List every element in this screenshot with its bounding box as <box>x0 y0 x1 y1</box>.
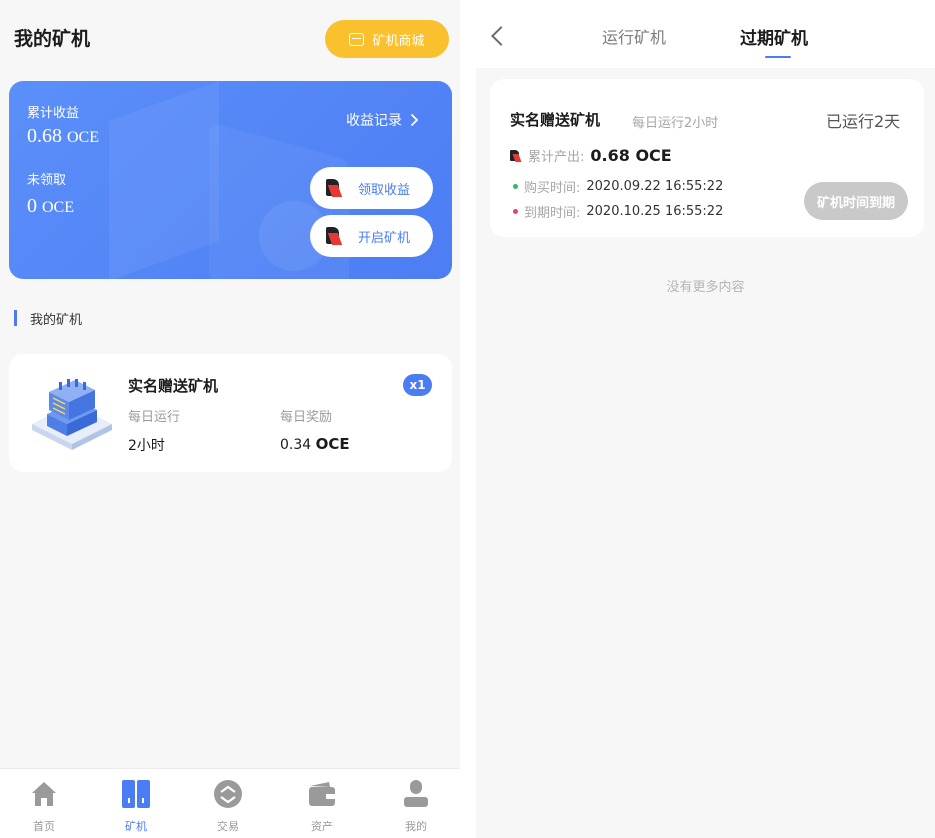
active-tab-indicator <box>765 56 791 58</box>
miner-list-page: 运行矿机 过期矿机 实名赠送矿机 每日运行2小时 已运行2天 累计产出: 0.6… <box>476 0 935 838</box>
tab-profile[interactable]: 我的 <box>386 779 446 834</box>
total-output: 累计产出: 0.68 OCE <box>510 146 672 165</box>
coin-logo-icon <box>510 149 522 162</box>
purchase-time: 购买时间: 2020.09.22 16:55:22 <box>513 177 723 196</box>
tab-expired-miners[interactable]: 过期矿机 <box>740 24 808 49</box>
miner-shop-label: 矿机商城 <box>372 33 425 49</box>
daily-run-label: 每日运行 <box>128 410 181 425</box>
page-title: 我的矿机 <box>14 28 91 50</box>
start-miner-button[interactable]: 开启矿机 <box>310 215 433 257</box>
total-earnings-label: 累计收益 <box>27 106 80 121</box>
back-arrow-icon[interactable] <box>491 26 511 46</box>
section-title: 我的矿机 <box>14 309 82 328</box>
earnings-record-link[interactable]: 收益记录 <box>346 110 419 130</box>
miner-count-badge: x1 <box>403 374 432 396</box>
tab-home[interactable]: 首页 <box>14 779 74 834</box>
coin-logo-icon <box>324 178 344 198</box>
red-dot-icon <box>513 209 518 214</box>
daily-reward-label: 每日奖励 <box>280 410 333 425</box>
page-header: 运行矿机 过期矿机 <box>476 0 935 68</box>
user-icon <box>404 780 428 807</box>
miner-expired-button[interactable]: 矿机时间到期 <box>804 182 908 220</box>
miner-machine-icon <box>32 379 112 450</box>
expired-miner-card: 实名赠送矿机 每日运行2小时 已运行2天 累计产出: 0.68 OCE 购买时间… <box>490 79 924 237</box>
trade-icon <box>214 780 242 808</box>
tab-assets[interactable]: 资产 <box>292 779 352 834</box>
shop-icon <box>349 32 365 46</box>
chevron-right-icon <box>410 113 419 127</box>
page-header: 我的矿机 矿机商城 <box>0 0 460 74</box>
tab-running-miners[interactable]: 运行矿机 <box>602 24 666 48</box>
claim-earnings-button[interactable]: 领取收益 <box>310 167 433 209</box>
miner-card[interactable]: 实名赠送矿机 x1 每日运行 2小时 每日奖励 0.34 OCE <box>9 354 452 472</box>
daily-run-value: 2小时 <box>128 438 165 454</box>
home-icon <box>32 782 56 806</box>
daily-reward-value: 0.34 OCE <box>280 435 350 453</box>
tab-miner[interactable]: 矿机 <box>106 779 166 834</box>
daily-run: 每日运行2小时 <box>632 116 719 131</box>
run-duration: 已运行2天 <box>826 112 901 131</box>
bottom-tabbar: 首页 矿机 交易 资产 我的 <box>0 768 460 838</box>
green-dot-icon <box>513 184 518 189</box>
total-earnings-value: 0.68 OCE <box>27 125 99 147</box>
miner-icon <box>122 780 150 808</box>
miner-name: 实名赠送矿机 <box>510 111 601 129</box>
miner-name: 实名赠送矿机 <box>128 377 219 395</box>
wallet-icon <box>309 782 335 806</box>
unclaimed-value: 0 OCE <box>27 195 74 217</box>
earnings-card: 累计收益 0.68 OCE 未领取 0 OCE 收益记录 领取收益 开启矿机 <box>9 81 452 279</box>
card-decoration <box>109 81 219 279</box>
no-more-content: 没有更多内容 <box>666 280 745 295</box>
expire-time: 到期时间: 2020.10.25 16:55:22 <box>513 202 723 221</box>
unclaimed-label: 未领取 <box>27 173 67 188</box>
coin-logo-icon <box>324 226 344 246</box>
miner-shop-button[interactable]: 矿机商城 <box>325 20 449 58</box>
screen: 我的矿机 矿机商城 累计收益 0.68 OCE 未领取 0 OCE 收益记录 领… <box>0 0 935 838</box>
my-miners-page: 我的矿机 矿机商城 累计收益 0.68 OCE 未领取 0 OCE 收益记录 领… <box>0 0 460 838</box>
tab-trade[interactable]: 交易 <box>198 779 258 834</box>
